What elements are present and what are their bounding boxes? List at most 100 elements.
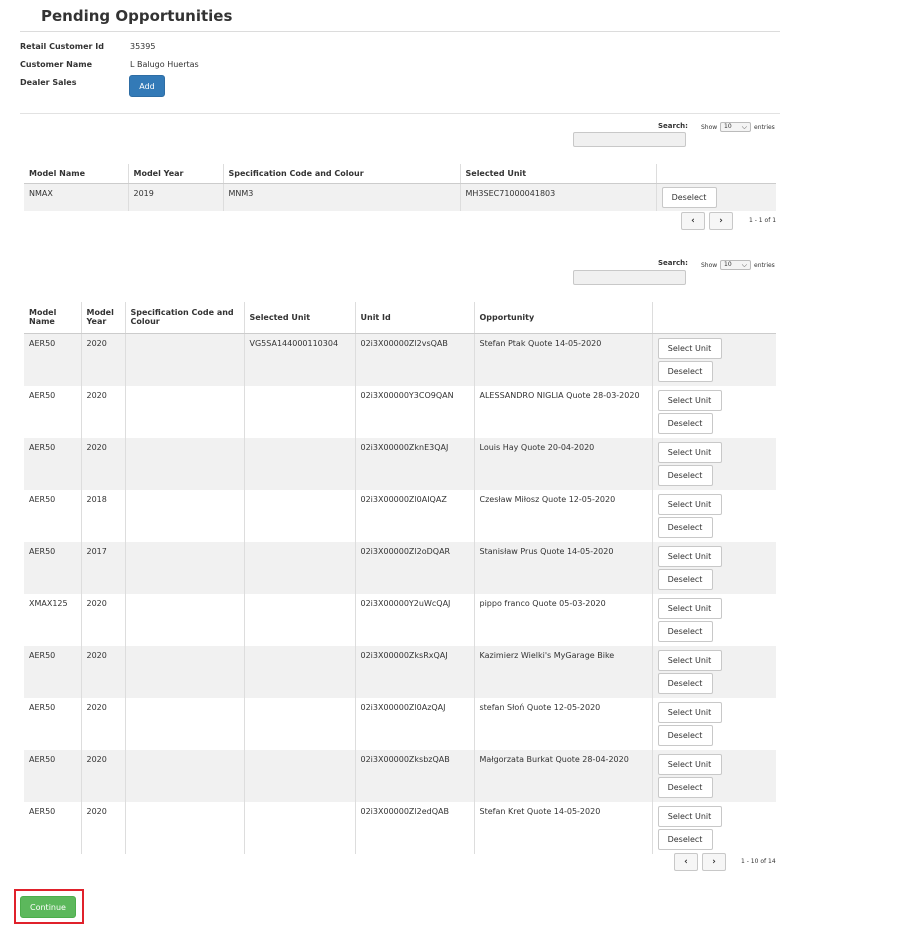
unit-id-cell: 02i3X00000ZksbzQAB	[354, 749, 474, 802]
model-year-cell: 2020	[80, 437, 125, 490]
table1-next-page-button[interactable]: ›	[709, 212, 733, 230]
model-name-cell: AER50	[24, 749, 81, 802]
model-year-cell: 2020	[80, 801, 125, 854]
selected-unit-cell	[243, 385, 355, 438]
retail-customer-id-label: Retail Customer Id	[20, 42, 104, 51]
model-year-cell: 2020	[80, 385, 125, 438]
deselect-button[interactable]: Deselect	[661, 186, 717, 208]
col-header: Selected Unit	[459, 164, 656, 184]
spec-code-cell	[124, 437, 244, 490]
spec-code-cell	[124, 749, 244, 802]
model-name-cell: AER50	[24, 437, 81, 490]
unit-id-cell: 02i3X00000Zl0AIQAZ	[354, 489, 474, 542]
deselect-button[interactable]: Deselect	[657, 568, 713, 590]
table1-search-input[interactable]	[573, 132, 686, 147]
opportunity-cell: Stanisław Prus Quote 14-05-2020	[473, 541, 652, 594]
chevron-right-icon: ›	[712, 857, 716, 867]
selected-units-table: Model Name Model Year Specification Code…	[24, 164, 776, 211]
deselect-button[interactable]: Deselect	[657, 828, 713, 850]
deselect-button[interactable]: Deselect	[657, 620, 713, 642]
chevron-right-icon: ›	[719, 216, 723, 226]
actions-cell: Select Unit Deselect	[651, 541, 776, 594]
spec-code-cell	[124, 697, 244, 750]
model-name-cell: NMAX	[24, 183, 128, 211]
selected-unit-cell	[243, 437, 355, 490]
deselect-button[interactable]: Deselect	[657, 724, 713, 746]
model-name-cell: AER50	[24, 489, 81, 542]
customer-name-value: L Balugo Huertas	[130, 60, 199, 69]
continue-button[interactable]: Continue	[20, 896, 76, 918]
customer-name-label: Customer Name	[20, 60, 92, 69]
table-header-row: Model Name Model Year Specification Code…	[24, 302, 776, 334]
table2-show-label: Show	[701, 262, 718, 269]
select-unit-button[interactable]: Select Unit	[657, 545, 722, 567]
table-row: AER50 2020 VG5SA144000110304 02i3X00000Zl2v…	[24, 333, 776, 386]
deselect-button[interactable]: Deselect	[657, 464, 713, 486]
col-header: Model Name	[24, 302, 81, 334]
unit-id-cell: 02i3X00000Y3CO9QAN	[354, 385, 474, 438]
select-unit-button[interactable]: Select Unit	[657, 701, 722, 723]
actions-cell: Deselect	[655, 183, 776, 211]
table1-search-label: Search:	[658, 122, 688, 130]
table2-entries-label: entries	[754, 262, 775, 269]
deselect-button[interactable]: Deselect	[657, 412, 713, 434]
selected-unit-cell	[243, 541, 355, 594]
chevron-left-icon: ‹	[691, 216, 695, 226]
model-year-cell: 2020	[80, 749, 125, 802]
table2-prev-page-button[interactable]: ‹	[674, 853, 698, 871]
col-header: Specification Code and Colour	[222, 164, 460, 184]
select-unit-button[interactable]: Select Unit	[657, 389, 722, 411]
col-header: Model Year	[127, 164, 223, 184]
select-unit-button[interactable]: Select Unit	[657, 493, 722, 515]
col-header: Model Name	[24, 164, 128, 184]
col-header: Opportunity	[473, 302, 652, 334]
add-button[interactable]: Add	[129, 75, 165, 97]
col-header: Model Year	[80, 302, 125, 334]
unit-id-cell: 02i3X00000Zl2vsQAB	[354, 333, 474, 386]
spec-code-cell	[124, 385, 244, 438]
select-unit-button[interactable]: Select Unit	[657, 649, 722, 671]
col-header: Unit Id	[354, 302, 474, 334]
selected-unit-cell	[243, 697, 355, 750]
opportunity-cell: pippo franco Quote 05-03-2020	[473, 593, 652, 646]
select-unit-button[interactable]: Select Unit	[657, 753, 722, 775]
model-year-cell: 2020	[80, 593, 125, 646]
table-row: AER50 2020 02i3X00000Zl0AzQAJ stefan Słoń Q…	[24, 697, 776, 750]
table2-search-input[interactable]	[573, 270, 686, 285]
deselect-button[interactable]: Deselect	[657, 516, 713, 538]
table-row: NMAX 2019 MNM3 MH3SEC71000041803 Deselec…	[24, 183, 776, 211]
spec-code-cell	[124, 645, 244, 698]
table2-search-label: Search:	[658, 259, 688, 267]
model-name-cell: XMAX125	[24, 593, 81, 646]
selected-unit-cell: VG5SA144000110304	[243, 333, 355, 386]
spec-code-cell	[124, 801, 244, 854]
select-unit-button[interactable]: Select Unit	[657, 441, 722, 463]
col-header: Specification Code and Colour	[124, 302, 244, 334]
select-unit-button[interactable]: Select Unit	[657, 597, 722, 619]
deselect-button[interactable]: Deselect	[657, 360, 713, 382]
opportunity-cell: ALESSANDRO NIGLIA Quote 28-03-2020	[473, 385, 652, 438]
table1-prev-page-button[interactable]: ‹	[681, 212, 705, 230]
deselect-button[interactable]: Deselect	[657, 776, 713, 798]
model-year-cell: 2017	[80, 541, 125, 594]
table-row: AER50 2020 02i3X00000Y3CO9QAN ALESSANDRO NI…	[24, 385, 776, 438]
spec-code-cell	[124, 333, 244, 386]
select-unit-button[interactable]: Select Unit	[657, 337, 722, 359]
actions-cell: Select Unit Deselect	[651, 645, 776, 698]
table2-page-size-select[interactable]: 10 ⌵	[720, 260, 751, 270]
table1-page-size-select[interactable]: 10 ⌵	[720, 122, 751, 132]
spec-code-cell: MNM3	[222, 183, 460, 211]
opportunity-cell: Kazimierz Wielki's MyGarage Bike	[473, 645, 652, 698]
opportunity-cell: Stefan Kret Quote 14-05-2020	[473, 801, 652, 854]
selected-unit-cell	[243, 749, 355, 802]
actions-cell: Select Unit Deselect	[651, 385, 776, 438]
model-year-cell: 2019	[127, 183, 223, 211]
opportunity-cell: Louis Hay Quote 20-04-2020	[473, 437, 652, 490]
table2-next-page-button[interactable]: ›	[702, 853, 726, 871]
col-header	[651, 302, 776, 334]
selected-unit-cell	[243, 801, 355, 854]
page-title: Pending Opportunities	[41, 7, 233, 25]
retail-customer-id-value: 35395	[130, 42, 156, 51]
deselect-button[interactable]: Deselect	[657, 672, 713, 694]
select-unit-button[interactable]: Select Unit	[657, 805, 722, 827]
